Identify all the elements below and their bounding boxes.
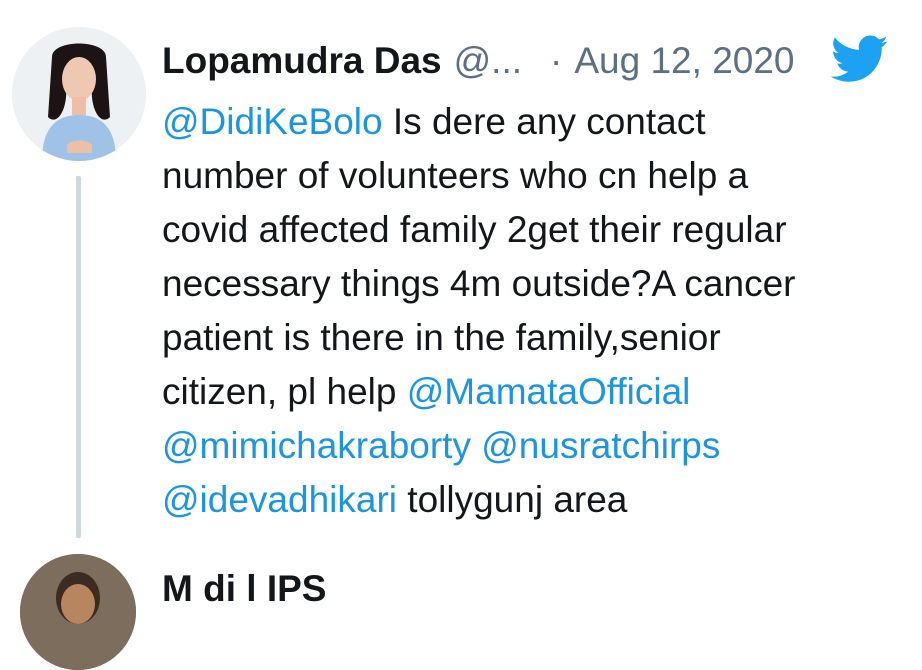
tweet-text-segment: patient is there in the family,senior	[162, 317, 721, 358]
tweet-date[interactable]: Aug 12, 2020	[574, 36, 794, 86]
mention-link[interactable]: @MamataOfficial	[407, 371, 691, 412]
tweet-text-segment: necessary things 4m outside?A cancer	[162, 263, 796, 304]
next-tweet-author-name[interactable]: M di l IPS	[162, 569, 326, 609]
tweet-text-line: citizen, pl help @MamataOfficial	[162, 365, 907, 419]
thread-connector-line	[76, 176, 81, 538]
tweet-text-line: @DidiKeBolo Is dere any contact	[162, 95, 907, 149]
tweet-text-segment: tollygunj area	[397, 479, 628, 520]
mention-link[interactable]: @mimichakraborty	[162, 425, 471, 466]
next-tweet-avatar[interactable]	[20, 554, 136, 670]
twitter-bird-glyph	[830, 35, 889, 82]
mention-link[interactable]: @nusratchirps	[481, 425, 720, 466]
twitter-bird-icon[interactable]	[828, 30, 892, 88]
tweet-text-segment: covid affected family 2get their regular	[162, 209, 787, 250]
tweet-text-line: @idevadhikari tollygunj area	[162, 473, 907, 527]
tweet-text-segment: Is dere any contact	[382, 101, 706, 142]
tweet-text-line: number of volunteers who cn help a	[162, 149, 907, 203]
meta-separator: ·	[550, 40, 563, 81]
author-avatar[interactable]	[12, 27, 146, 161]
tweet-header: Lopamudra Das @... · Aug 12, 2020	[162, 36, 902, 86]
author-name[interactable]: Lopamudra Das	[162, 36, 442, 86]
tweet-text-line: necessary things 4m outside?A cancer	[162, 257, 907, 311]
tweet-body: @DidiKeBolo Is dere any contact number of…	[162, 95, 907, 527]
mention-link[interactable]: @idevadhikari	[162, 479, 397, 520]
author-handle[interactable]: @...	[454, 36, 522, 86]
avatar-image	[12, 27, 146, 161]
tweet-text-segment	[471, 425, 481, 466]
next-avatar-image	[20, 554, 136, 670]
tweet-text-line: covid affected family 2get their regular	[162, 203, 907, 257]
mention-link[interactable]: @DidiKeBolo	[162, 101, 383, 142]
tweet-text-segment: citizen, pl help	[162, 371, 407, 412]
tweet-text-line: patient is there in the family,senior	[162, 311, 907, 365]
tweet-text-line: @mimichakraborty @nusratchirps	[162, 419, 907, 473]
tweet-text-segment: number of volunteers who cn help a	[162, 155, 749, 196]
